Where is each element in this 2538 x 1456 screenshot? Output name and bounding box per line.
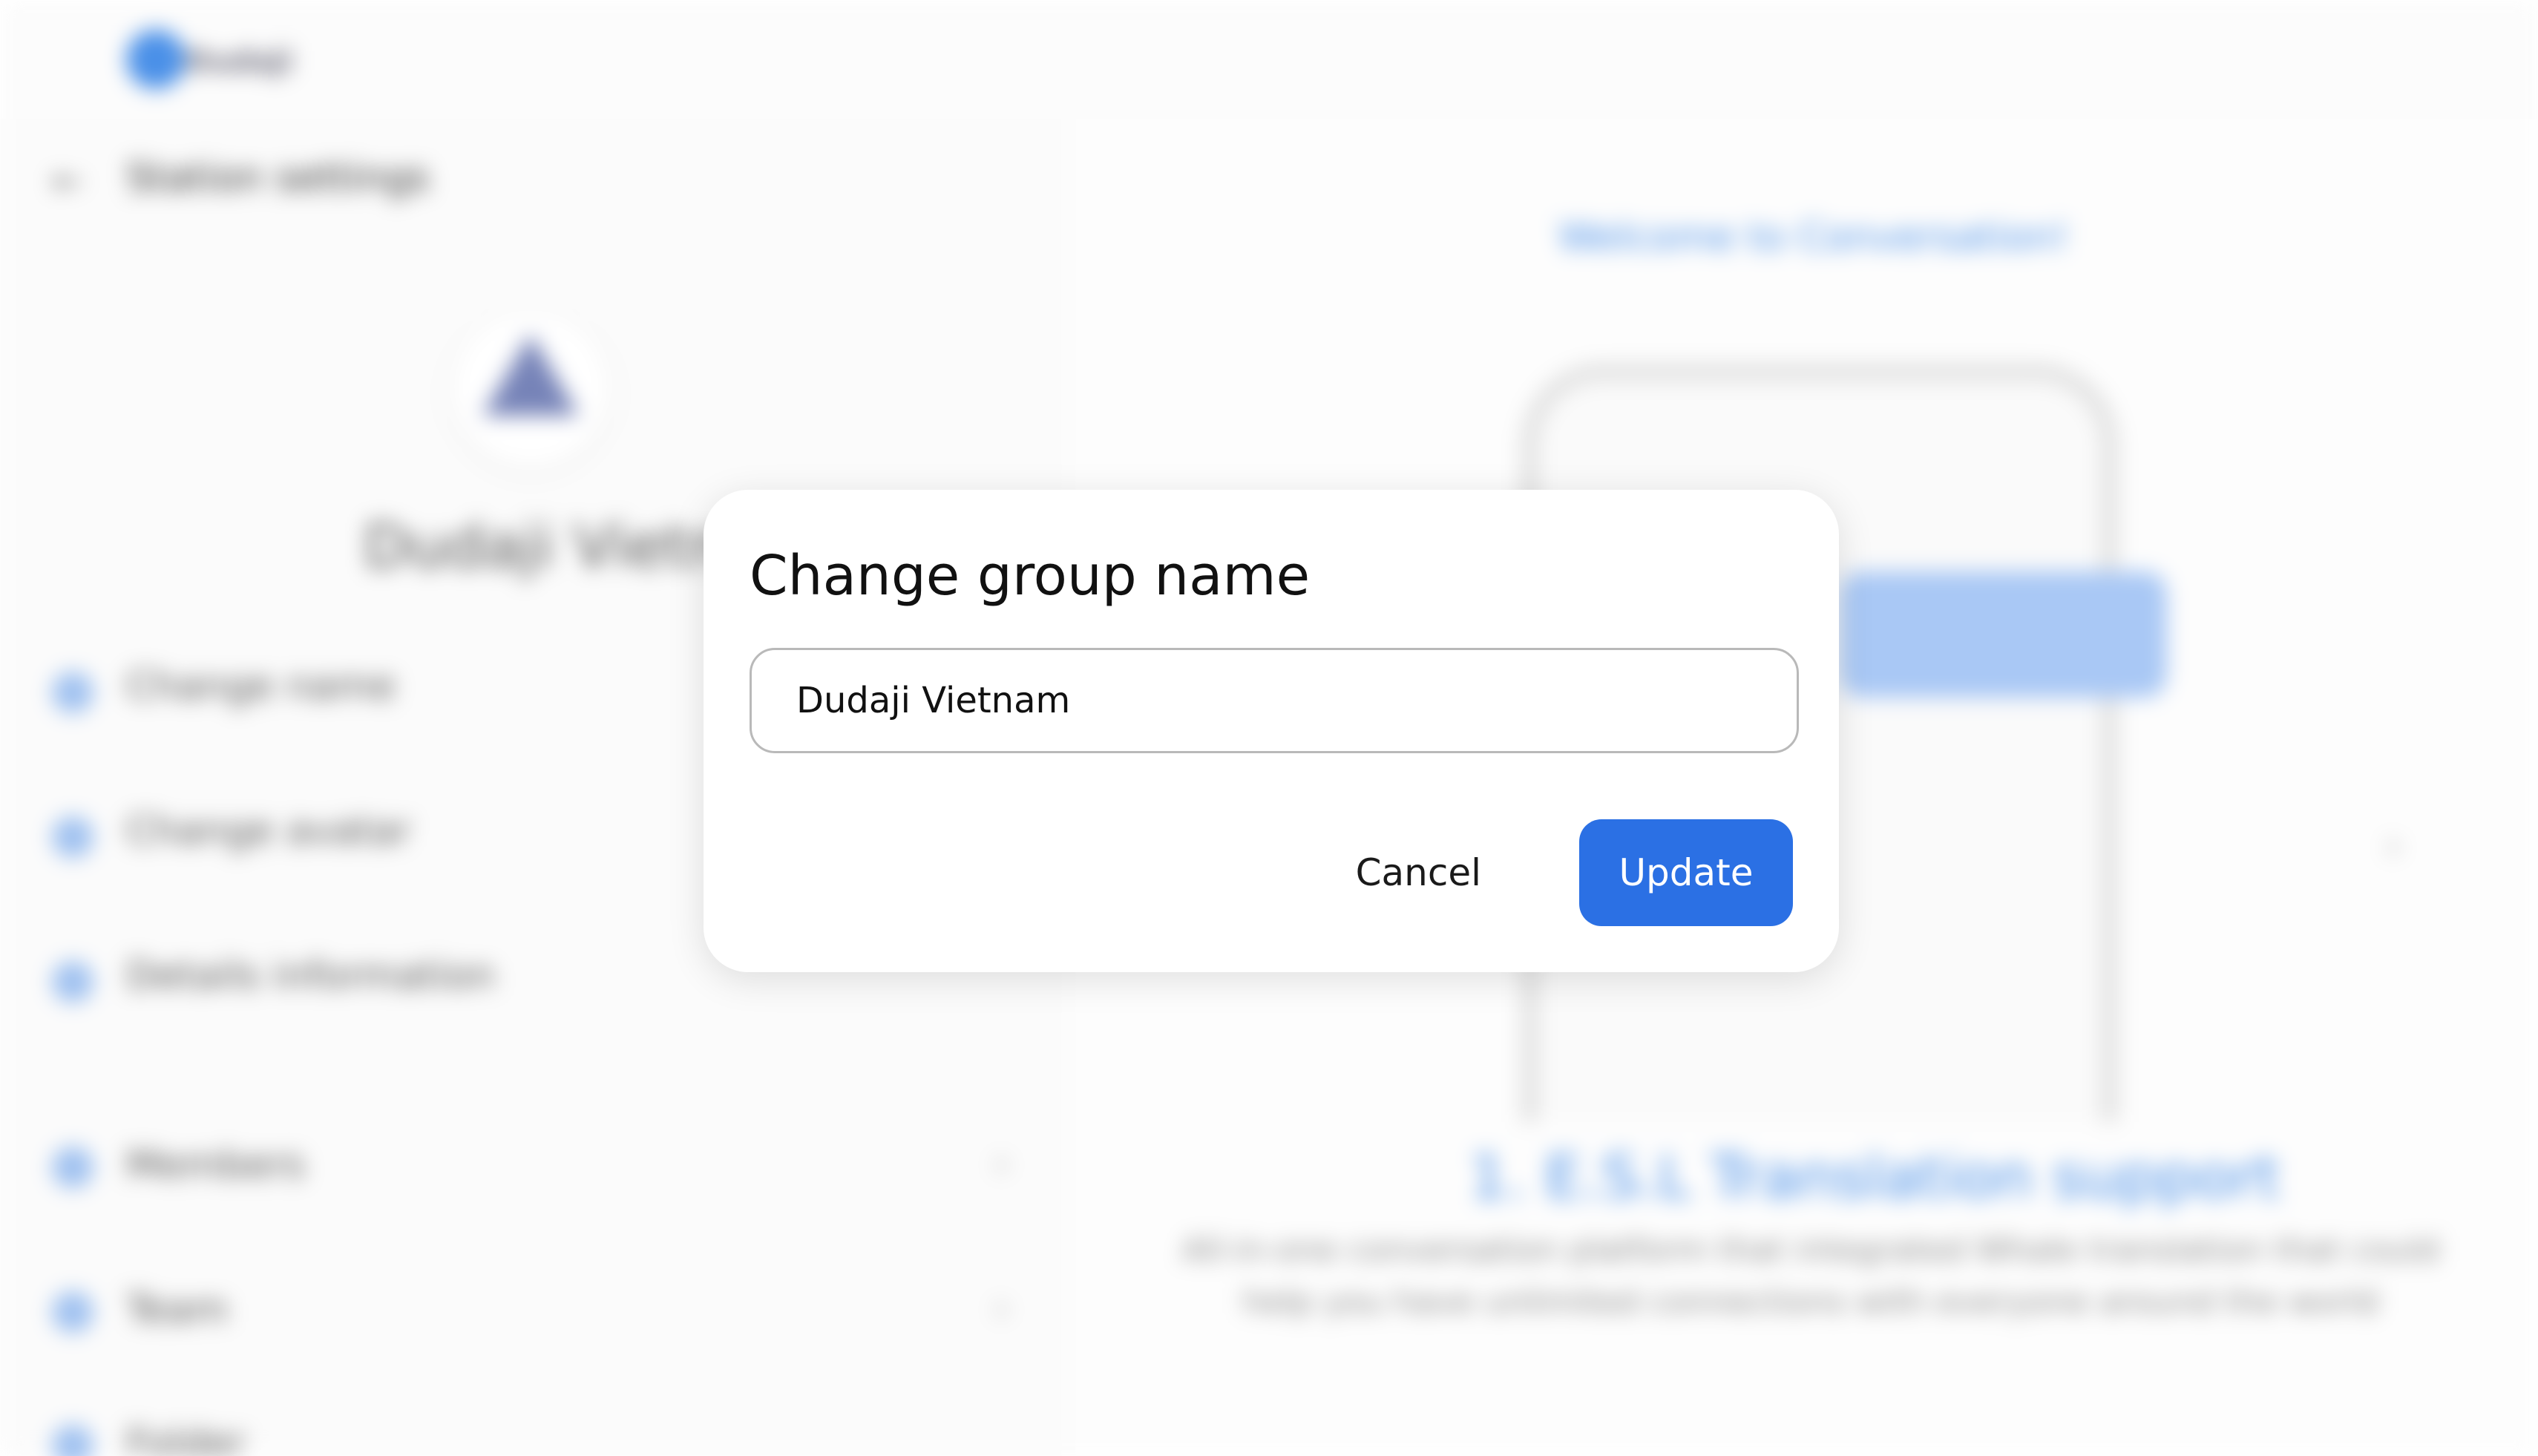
feature-heading: 1. E.S.L Translation support [1469, 1143, 2280, 1212]
settings-title: Station settings [126, 156, 430, 200]
menu-item-change-name: Change name [126, 664, 396, 709]
update-button[interactable]: Update [1579, 819, 1793, 926]
logo-icon [126, 30, 186, 89]
dialog-title: Change group name [750, 544, 1311, 608]
chevron-right-icon: › [2386, 824, 2401, 868]
dialog-actions: Cancel Update [1313, 819, 1793, 926]
chevron-right-icon: › [994, 1143, 1009, 1184]
welcome-title: Welcome to Conversation! [1558, 215, 2069, 260]
info-icon [52, 961, 94, 1003]
change-group-name-dialog: Change group name Cancel Update [704, 490, 1839, 972]
menu-item-members: Members [126, 1143, 305, 1187]
menu-item-change-avatar: Change avatar [126, 809, 411, 853]
cancel-button[interactable]: Cancel [1313, 819, 1524, 926]
back-arrow-icon: ← [52, 160, 83, 203]
image-icon [52, 816, 94, 858]
user-icon [52, 1147, 94, 1188]
team-icon [52, 1291, 94, 1333]
menu-item-details-information: Details information [126, 954, 495, 998]
pencil-icon [52, 672, 94, 713]
page: Dudaji ← Station settings Dudaji Vietnam… [0, 0, 2538, 1456]
chat-bubble-illustration [1840, 571, 2167, 698]
chevron-right-icon: › [994, 1288, 1009, 1329]
feature-description: All-in-one conversation platform that in… [1181, 1231, 2440, 1321]
app-name: Dudaji [186, 45, 293, 79]
menu-item-team: Team [126, 1288, 229, 1332]
top-bar: Dudaji [0, 0, 2538, 119]
group-name-input[interactable] [750, 647, 1799, 753]
menu-item-folder: Folder [126, 1421, 246, 1456]
